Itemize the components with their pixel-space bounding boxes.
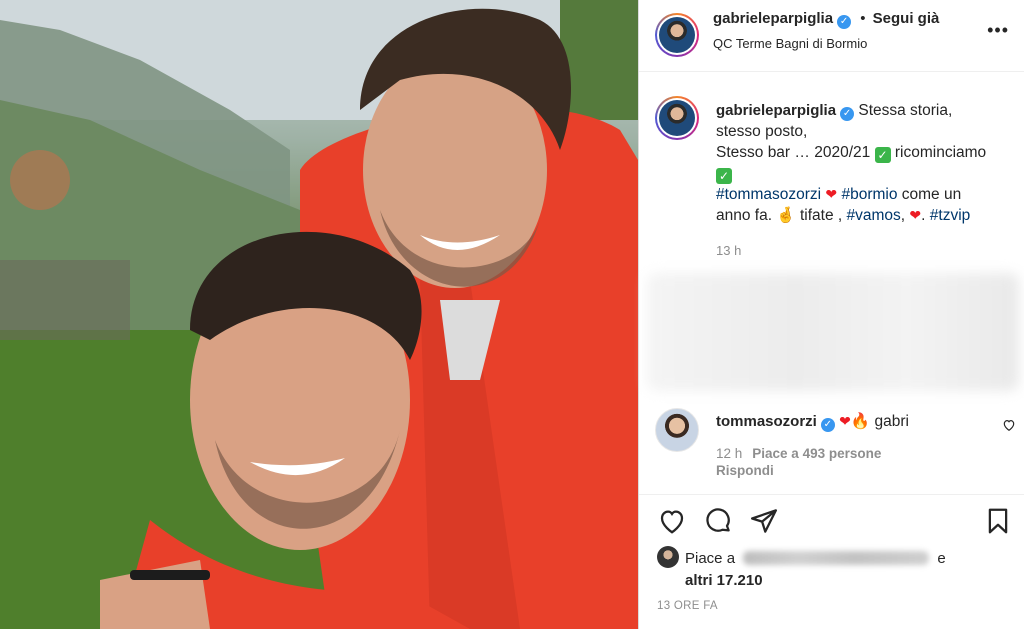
- hashtag-link[interactable]: #bormio: [841, 186, 897, 203]
- comment-item: tommasozorzi ✓ ❤🔥 gabri 12 h Piace a 493 p…: [639, 400, 1024, 490]
- comment-bubble-icon[interactable]: [703, 506, 733, 541]
- caption-line: Stesso bar … 2020/21: [716, 144, 871, 161]
- post-photo[interactable]: [0, 0, 638, 629]
- comment-meta: 12 h Piace a 493 persone: [716, 446, 881, 461]
- comment-time[interactable]: 12 h: [716, 446, 742, 461]
- author-avatar[interactable]: [655, 13, 699, 57]
- verified-badge-icon: ✓: [840, 107, 855, 121]
- heart-emoji-icon: ❤: [825, 186, 838, 202]
- share-paper-plane-icon[interactable]: [749, 506, 779, 541]
- photo-illustration: [0, 0, 638, 629]
- caption-line: ricominciamo: [894, 144, 987, 161]
- caption-line: tifate ,: [799, 207, 843, 224]
- likes-prefix: Piace a: [685, 550, 736, 567]
- verified-badge-icon: ✓: [820, 418, 835, 432]
- heart-emoji-icon: ❤: [909, 207, 922, 223]
- hashtag-link[interactable]: #tzvip: [930, 207, 971, 224]
- likes-conj: e: [937, 550, 946, 567]
- author-line: gabrieleparpiglia ✓ • Segui già: [713, 10, 939, 29]
- blurred-comments: [647, 273, 1019, 391]
- caption-punct: .: [921, 207, 926, 224]
- verified-badge-icon: ✓: [837, 15, 852, 29]
- commenter-username[interactable]: tommasozorzi: [716, 413, 817, 430]
- like-heart-icon[interactable]: [657, 506, 687, 541]
- caption-time[interactable]: 13 h: [716, 243, 741, 258]
- blurred-liker-name: [743, 551, 930, 565]
- comment-likes[interactable]: Piace a 493 persone: [752, 446, 881, 461]
- bookmark-icon[interactable]: [983, 506, 1013, 541]
- comment-body: gabri: [874, 413, 909, 430]
- comment-like-heart-icon[interactable]: [1002, 418, 1016, 437]
- crossed-fingers-emoji-icon: 🤞: [776, 207, 796, 224]
- caption-line: Stessa storia,: [858, 102, 953, 119]
- fire-emoji-icon: 🔥: [850, 413, 871, 430]
- heart-emoji-icon: ❤: [839, 413, 851, 429]
- caption-punct: ,: [900, 207, 906, 224]
- caption-line: anno fa.: [716, 207, 773, 224]
- caption-line: come un: [901, 186, 962, 203]
- post-location[interactable]: QC Terme Bagni di Bormio: [713, 36, 867, 51]
- post-header: gabrieleparpiglia ✓ • Segui già QC Terme …: [639, 0, 1024, 72]
- action-bar: [639, 506, 1024, 542]
- divider: [639, 494, 1024, 495]
- more-horizontal-icon[interactable]: •••: [987, 20, 1009, 41]
- hashtag-link[interactable]: #vamos: [847, 207, 901, 224]
- caption-text: gabrieleparpiglia ✓ Stessa storia, stesso…: [716, 100, 1011, 226]
- header-separator: •: [860, 10, 866, 27]
- author-username[interactable]: gabrieleparpiglia: [713, 10, 833, 27]
- liker-avatar[interactable]: [657, 546, 679, 568]
- caption-username[interactable]: gabrieleparpiglia: [716, 102, 836, 119]
- likes-summary: Piace a e altri 17.210: [657, 546, 1017, 592]
- follow-button[interactable]: Segui già: [873, 10, 940, 27]
- check-mark-emoji-icon: ✓: [716, 168, 732, 184]
- comment-text: tommasozorzi ✓ ❤🔥 gabri: [716, 412, 909, 432]
- post-side-panel: gabrieleparpiglia ✓ • Segui già QC Terme …: [638, 0, 1024, 629]
- caption-line: stesso posto,: [716, 123, 808, 140]
- commenter-avatar[interactable]: [655, 408, 699, 452]
- caption-avatar[interactable]: [655, 96, 699, 140]
- post-timestamp[interactable]: 13 ORE FA: [657, 600, 718, 612]
- hashtag-link[interactable]: #tommasozorzi: [716, 186, 821, 203]
- likes-total[interactable]: altri 17.210: [685, 572, 763, 589]
- reply-button[interactable]: Rispondi: [716, 463, 774, 478]
- check-mark-emoji-icon: ✓: [874, 147, 891, 163]
